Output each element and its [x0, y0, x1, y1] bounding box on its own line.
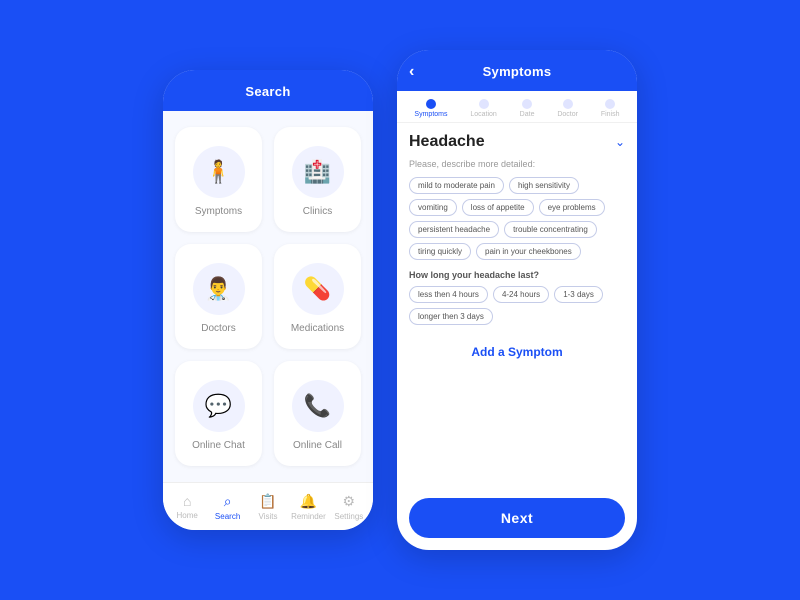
nav-search[interactable]: ⌕ Search: [207, 493, 247, 521]
nav-settings-label: Settings: [334, 512, 363, 521]
step-label-symptoms: Symptoms: [414, 111, 447, 118]
step-dot-date: [522, 99, 532, 109]
online-call-icon: 📞: [292, 380, 344, 432]
left-phone: Search 🧍 Symptoms 🏥 Clinics 👨‍⚕️ Doctors…: [163, 70, 373, 530]
tag-loss-appetite[interactable]: loss of appetite: [462, 199, 534, 216]
step-label-date: Date: [520, 111, 535, 118]
add-symptom-button[interactable]: Add a Symptom: [409, 335, 625, 367]
nav-home-label: Home: [177, 511, 198, 520]
nav-settings[interactable]: ⚙ Settings: [329, 493, 369, 521]
tag-more-3d[interactable]: longer then 3 days: [409, 308, 493, 325]
medications-label: Medications: [291, 323, 344, 334]
nav-home[interactable]: ⌂ Home: [167, 493, 207, 520]
tag-vomiting[interactable]: vomiting: [409, 199, 457, 216]
symptom-header: Headache ⌄: [409, 133, 625, 151]
symptom-title: Headache: [409, 133, 485, 151]
step-doctor: Doctor: [557, 99, 578, 118]
step-dot-symptoms: [426, 99, 436, 109]
tag-cheekbones-pain[interactable]: pain in your cheekbones: [476, 243, 581, 260]
tag-persistent-headache[interactable]: persistent headache: [409, 221, 499, 238]
back-button[interactable]: ‹: [409, 63, 415, 81]
describe-label: Please, describe more detailed:: [409, 159, 625, 169]
tag-less-4h[interactable]: less then 4 hours: [409, 286, 488, 303]
clinics-icon: 🏥: [292, 146, 344, 198]
reminder-icon: 🔔: [300, 493, 317, 510]
tag-1-3d[interactable]: 1-3 days: [554, 286, 603, 303]
symptoms-icon: 🧍: [193, 146, 245, 198]
grid-item-online-call[interactable]: 📞 Online Call: [274, 361, 361, 466]
search-grid: 🧍 Symptoms 🏥 Clinics 👨‍⚕️ Doctors 💊 Medi…: [163, 111, 373, 482]
nav-search-label: Search: [215, 512, 240, 521]
step-label-doctor: Doctor: [557, 111, 578, 118]
tag-mild-pain[interactable]: mild to moderate pain: [409, 177, 504, 194]
left-phone-header: Search: [163, 70, 373, 111]
search-icon: ⌕: [224, 493, 232, 510]
right-phone-header: ‹ Symptoms: [397, 50, 637, 91]
left-header-title: Search: [245, 84, 290, 99]
chevron-down-icon[interactable]: ⌄: [615, 135, 625, 149]
right-header-title: Symptoms: [483, 64, 552, 79]
tag-high-sensitivity[interactable]: high sensitivity: [509, 177, 579, 194]
tag-trouble-concentrating[interactable]: trouble concentrating: [504, 221, 597, 238]
medications-icon: 💊: [292, 263, 344, 315]
step-dot-finish: [605, 99, 615, 109]
home-icon: ⌂: [183, 493, 191, 509]
nav-reminder[interactable]: 🔔 Reminder: [288, 493, 328, 521]
settings-icon: ⚙: [343, 493, 356, 510]
step-dot-location: [479, 99, 489, 109]
grid-item-medications[interactable]: 💊 Medications: [274, 244, 361, 349]
duration-tags: less then 4 hours 4-24 hours 1-3 days lo…: [409, 286, 625, 325]
online-chat-label: Online Chat: [192, 440, 245, 451]
doctors-icon: 👨‍⚕️: [193, 263, 245, 315]
tag-4-24h[interactable]: 4-24 hours: [493, 286, 549, 303]
clinics-label: Clinics: [303, 206, 332, 217]
nav-reminder-label: Reminder: [291, 512, 326, 521]
visits-icon: 📋: [259, 493, 276, 510]
bottom-nav: ⌂ Home ⌕ Search 📋 Visits 🔔 Reminder ⚙ Se…: [163, 482, 373, 530]
online-call-label: Online Call: [293, 440, 342, 451]
right-phone: ‹ Symptoms Symptoms Location Date Doctor…: [397, 50, 637, 550]
step-date: Date: [520, 99, 535, 118]
symptom-content: Headache ⌄ Please, describe more detaile…: [397, 123, 637, 498]
step-location: Location: [470, 99, 496, 118]
next-button[interactable]: Next: [409, 498, 625, 538]
step-symptoms: Symptoms: [414, 99, 447, 118]
symptom-tags: mild to moderate pain high sensitivity v…: [409, 177, 625, 260]
step-label-finish: Finish: [601, 111, 620, 118]
grid-item-doctors[interactable]: 👨‍⚕️ Doctors: [175, 244, 262, 349]
progress-steps: Symptoms Location Date Doctor Finish: [397, 91, 637, 123]
grid-item-clinics[interactable]: 🏥 Clinics: [274, 127, 361, 232]
duration-label: How long your headache last?: [409, 270, 625, 280]
symptoms-label: Symptoms: [195, 206, 242, 217]
grid-item-symptoms[interactable]: 🧍 Symptoms: [175, 127, 262, 232]
nav-visits[interactable]: 📋 Visits: [248, 493, 288, 521]
doctors-label: Doctors: [201, 323, 235, 334]
tag-eye-problems[interactable]: eye problems: [539, 199, 605, 216]
grid-item-online-chat[interactable]: 💬 Online Chat: [175, 361, 262, 466]
tag-tiring-quickly[interactable]: tiring quickly: [409, 243, 471, 260]
nav-visits-label: Visits: [259, 512, 278, 521]
step-label-location: Location: [470, 111, 496, 118]
step-finish: Finish: [601, 99, 620, 118]
step-dot-doctor: [563, 99, 573, 109]
online-chat-icon: 💬: [193, 380, 245, 432]
